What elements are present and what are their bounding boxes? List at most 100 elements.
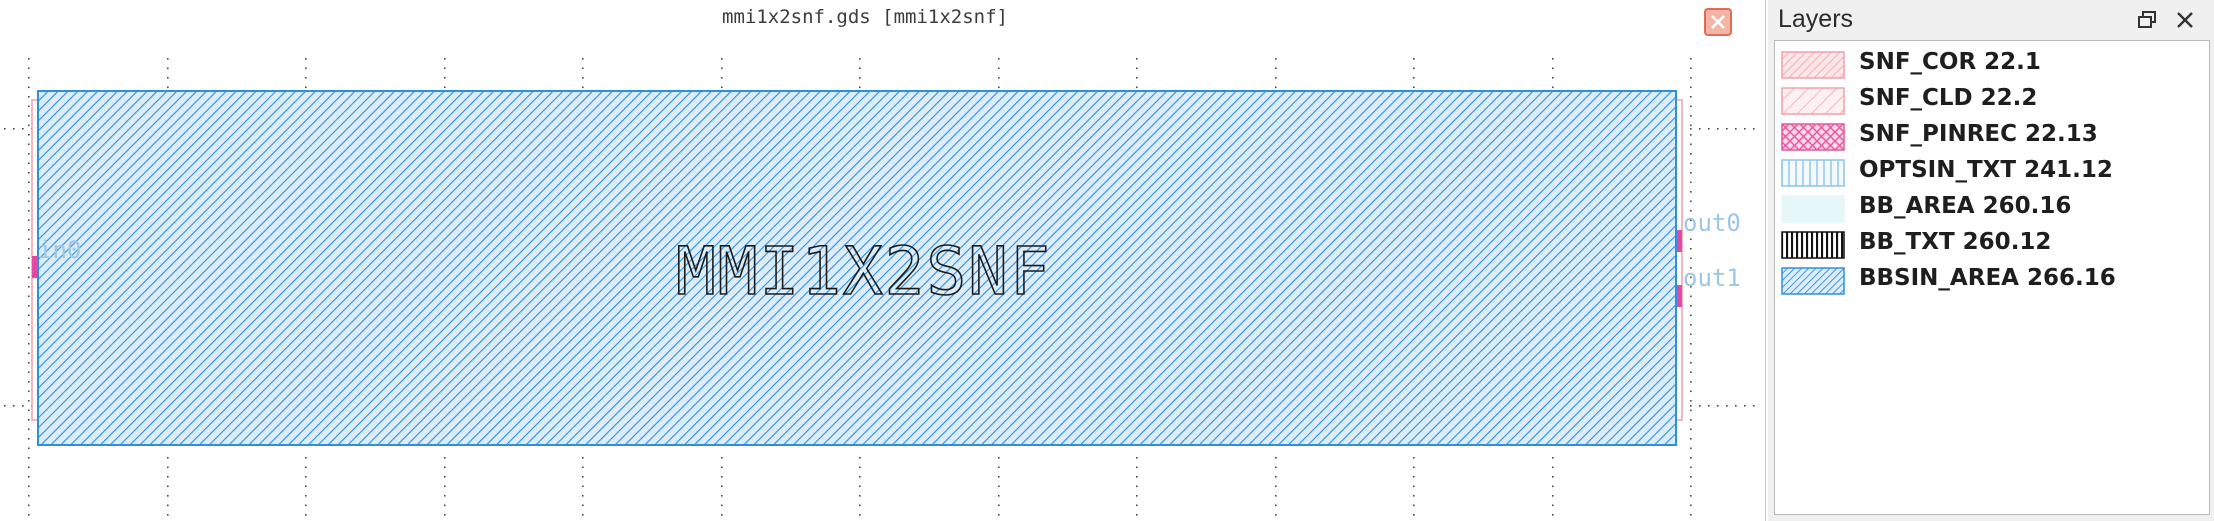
layer-swatch-icon [1781, 51, 1845, 79]
grid-dot [28, 58, 30, 60]
grid-dot [1552, 495, 1554, 497]
grid-dot [444, 466, 446, 469]
grid-dot [28, 333, 30, 336]
pin-in0[interactable] [32, 256, 37, 278]
pin-out1[interactable] [1677, 285, 1682, 307]
grid-dot [1275, 504, 1277, 507]
port-label-out0: out0 [1683, 209, 1741, 237]
grid-dot [1275, 514, 1277, 516]
grid-dot [28, 248, 30, 250]
grid-dot [167, 86, 169, 89]
grid-dot [444, 67, 446, 70]
grid-dot [1726, 128, 1728, 130]
grid-dot [721, 466, 723, 469]
grid-dot [1690, 248, 1692, 250]
grid-dot [859, 504, 861, 507]
layer-row-snf-cor[interactable]: SNF_COR 22.1 [1775, 47, 2205, 81]
grid-dot [1413, 466, 1415, 469]
grid-dot [1690, 181, 1692, 184]
grid-dot [1690, 153, 1692, 155]
grid-dot [1726, 405, 1728, 407]
grid-dot [998, 457, 1000, 459]
layer-row-bbsin-area[interactable]: BBSIN_AREA 266.16 [1775, 263, 2205, 297]
grid-dot [22, 405, 24, 407]
grid-dot [305, 495, 307, 497]
grid-dot [1552, 86, 1554, 89]
layer-label: SNF_CLD 22.2 [1859, 85, 2038, 111]
grid-dot [444, 495, 446, 497]
grid-dot [998, 67, 1000, 70]
layer-swatch-icon [1781, 87, 1845, 115]
grid-dot [28, 181, 30, 184]
grid-dot [1552, 485, 1554, 488]
grid-dot [167, 77, 169, 79]
grid-dot [1552, 67, 1554, 70]
grid-dot [1690, 419, 1692, 421]
grid-dot [28, 153, 30, 155]
float-window-icon [2138, 11, 2156, 28]
grid-dot [28, 457, 30, 459]
grid-dot [28, 276, 30, 279]
grid-dot [582, 67, 584, 70]
grid-dot [167, 58, 169, 60]
grid-dot [1690, 371, 1692, 374]
layers-list[interactable]: SNF_COR 22.1 SNF_CLD 22.2 SNF_PINREC 22.… [1774, 40, 2210, 515]
grid-dot [1735, 405, 1737, 407]
grid-dot [1690, 67, 1692, 70]
grid-dot [28, 238, 30, 241]
grid-dot [167, 476, 169, 478]
grid-dot [28, 428, 30, 431]
canvas-title: mmi1x2snf.gds [mmi1x2snf] [722, 6, 1008, 28]
grid-dot [582, 514, 584, 516]
grid-dot [28, 105, 30, 108]
grid-dot [998, 77, 1000, 79]
grid-dot [28, 210, 30, 212]
grid-dot [1690, 58, 1692, 60]
grid-dot [1690, 405, 1692, 407]
grid-dot [1275, 77, 1277, 79]
grid-dot [859, 77, 861, 79]
grid-dot [1136, 476, 1138, 478]
close-panel-button[interactable] [2174, 9, 2196, 31]
float-panel-button[interactable] [2136, 9, 2158, 31]
grid-dot [28, 305, 30, 307]
grid-dot [1690, 495, 1692, 497]
grid-dot [444, 485, 446, 488]
layers-panel: Layers SNF_COR 22.1 SNF_CLD 22.2 SNF_PIN… [1768, 0, 2214, 521]
grid-dot [582, 504, 584, 507]
grid-dot [1699, 128, 1701, 130]
layer-row-bb-txt[interactable]: BB_TXT 260.12 [1775, 227, 2205, 261]
close-canvas-button[interactable] [1704, 8, 1732, 36]
grid-dot [998, 58, 1000, 60]
grid-dot [1690, 352, 1692, 355]
grid-dot [444, 86, 446, 89]
grid-dot [1753, 128, 1755, 130]
layout-view[interactable]: in0 out0 out1 MMI1X2SNF [0, 44, 1766, 521]
grid-dot [1735, 128, 1737, 130]
layer-row-optsin-txt[interactable]: OPTSIN_TXT 241.12 [1775, 155, 2205, 189]
grid-dot [998, 495, 1000, 497]
grid-dot [582, 476, 584, 478]
port-label-out1: out1 [1683, 264, 1741, 292]
layer-row-snf-cld[interactable]: SNF_CLD 22.2 [1775, 83, 2205, 117]
layout-canvas-window[interactable]: mmi1x2snf.gds [mmi1x2snf] in0 out0 out1 … [0, 0, 1766, 521]
grid-dot [1690, 333, 1692, 336]
grid-dot [28, 229, 30, 231]
grid-dot [721, 67, 723, 70]
grid-dot [444, 58, 446, 60]
grid-dot [1136, 86, 1138, 89]
pin-out0[interactable] [1677, 230, 1682, 252]
grid-dot [1690, 457, 1692, 459]
grid-dot [582, 495, 584, 497]
layer-row-snf-pinrec[interactable]: SNF_PINREC 22.13 [1775, 119, 2205, 153]
grid-dot [28, 96, 30, 98]
grid-dot [28, 257, 30, 260]
grid-dot [444, 457, 446, 459]
grid-dot [1275, 476, 1277, 478]
grid-dot [444, 514, 446, 516]
grid-dot [1690, 295, 1692, 298]
grid-dot [167, 514, 169, 516]
grid-dot [1413, 77, 1415, 79]
layer-row-bb-area[interactable]: BB_AREA 260.16 [1775, 191, 2205, 225]
grid-dot [998, 514, 1000, 516]
